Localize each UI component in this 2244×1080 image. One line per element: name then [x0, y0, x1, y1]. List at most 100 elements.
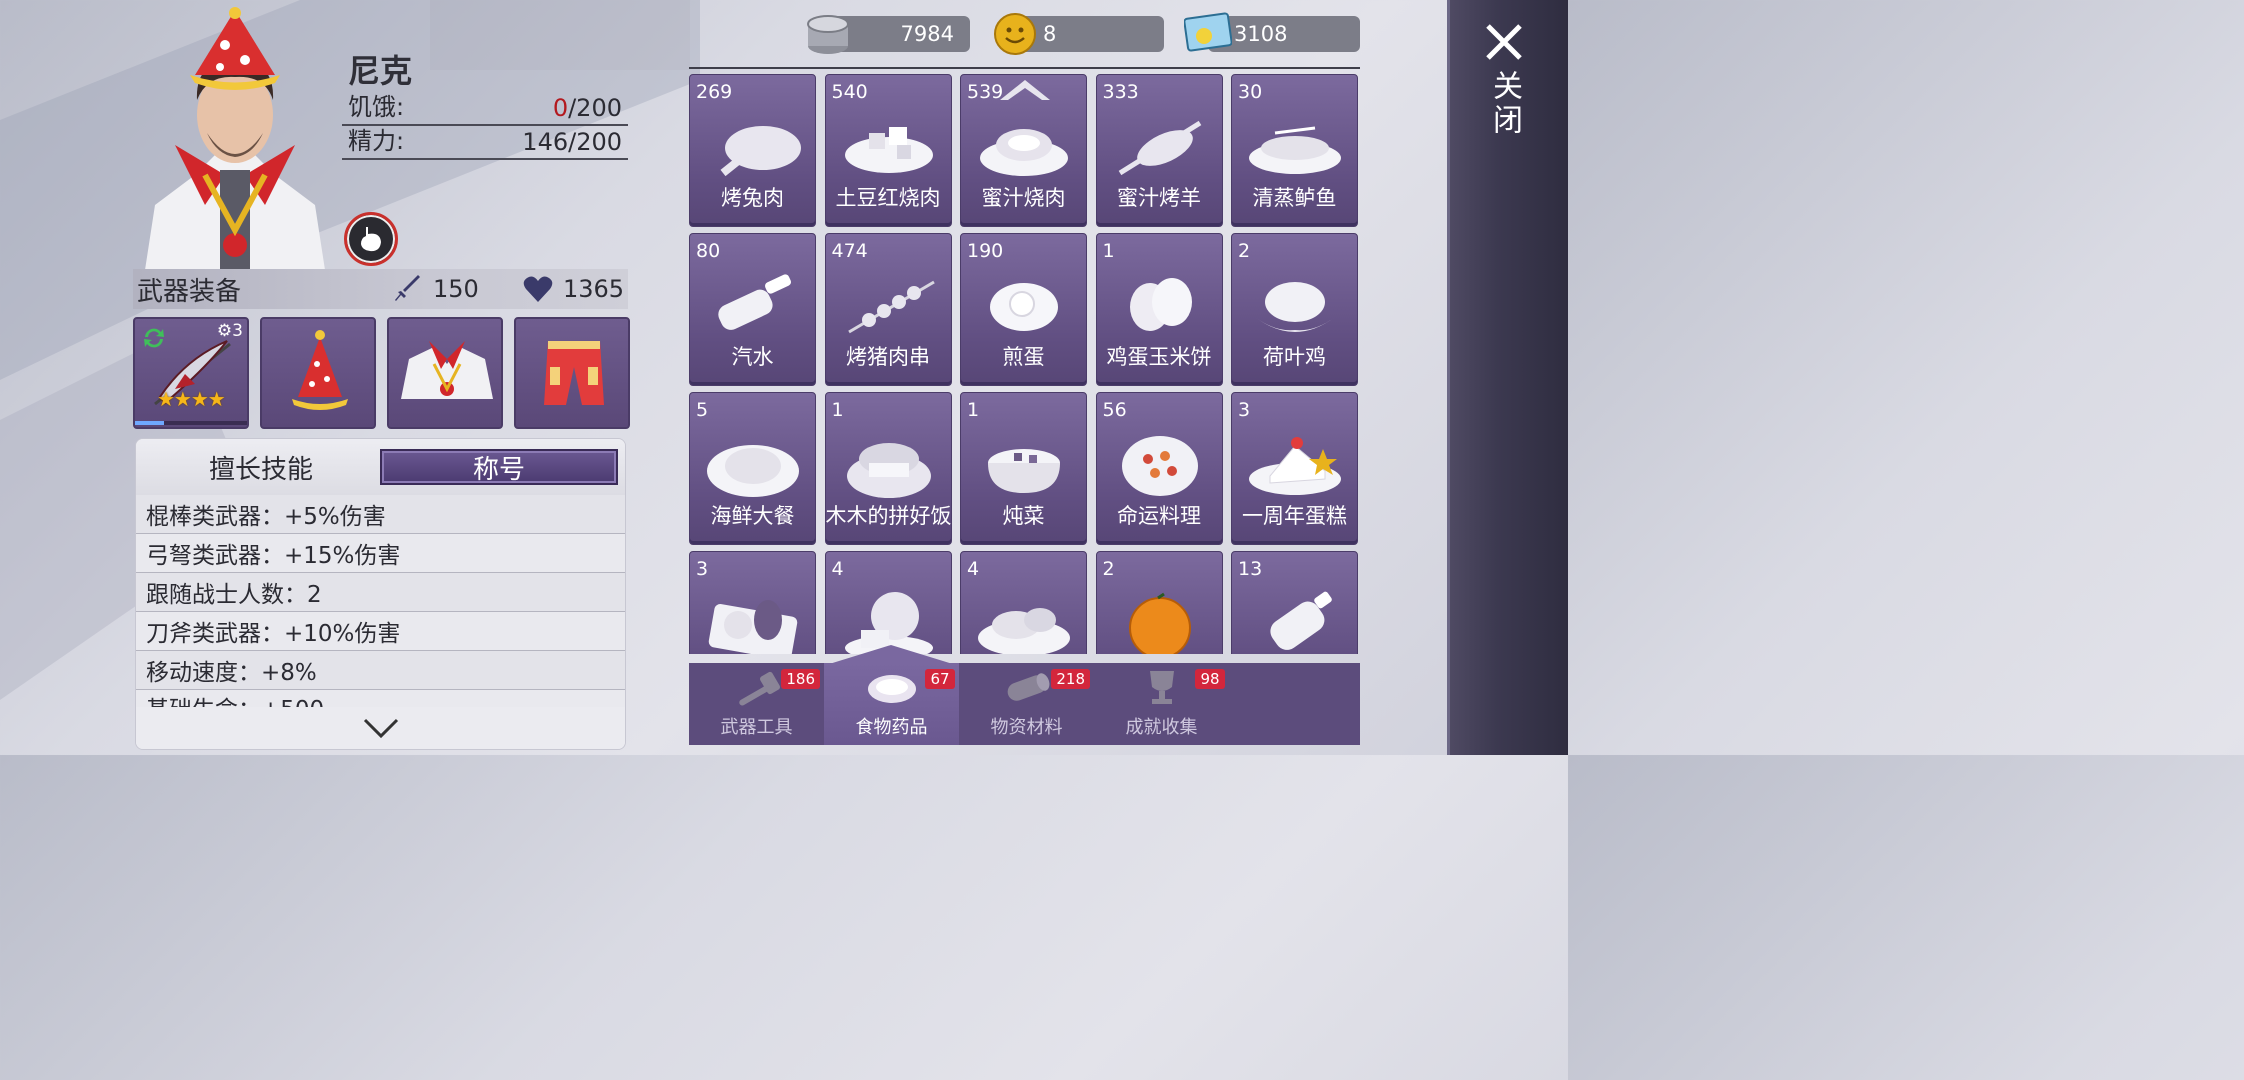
hunger-current: 0: [552, 94, 569, 122]
expand-button[interactable]: [136, 707, 625, 749]
item-name: 烤猪肉串: [846, 345, 930, 369]
item-name: 烤兔肉: [721, 186, 784, 210]
inventory-item[interactable]: 2 荷叶鸡: [1231, 233, 1358, 386]
inventory-item[interactable]: 56 命运料理: [1095, 392, 1223, 545]
item-quantity: 5: [696, 399, 709, 421]
item-quantity: 474: [831, 240, 868, 262]
close-icon: [1486, 24, 1522, 60]
weapon-xp-fill: [135, 421, 165, 425]
meat-icon: [867, 675, 916, 703]
weapon-slot[interactable]: ⚙3 ★★★★: [133, 317, 249, 429]
close-label: 关闭: [1487, 70, 1522, 138]
item-name: 汽水: [731, 345, 774, 369]
tab-label: 成就收集: [1125, 717, 1198, 738]
inventory-item[interactable]: 3 一周年蛋糕: [1231, 392, 1358, 545]
equipment-slots: ⚙3 ★★★★: [133, 317, 630, 429]
item-quantity: 190: [967, 240, 1004, 262]
inventory-item[interactable]: 474 烤猪肉串: [824, 233, 952, 386]
item-name: 清蒸鲈鱼: [1252, 186, 1337, 210]
item-quantity: 1: [831, 399, 844, 421]
attack-stat: 150: [393, 274, 508, 304]
inventory-grid[interactable]: 269 烤兔肉 540 土豆红烧肉 539 蜜汁烧肉 333 蜜汁烤羊 30 清蒸鲈鱼 80 汽水 47…: [689, 74, 1360, 654]
achievements-count-badge: 98: [1195, 669, 1225, 689]
weapons-count-badge: 186: [781, 669, 820, 689]
tab-achievements[interactable]: 98 成就收集: [1094, 663, 1229, 745]
lotus-chicken-icon: [1255, 282, 1335, 332]
item-quantity: 2: [1102, 558, 1115, 580]
scroll-up-icon[interactable]: [996, 74, 1054, 104]
tab-food-medicine[interactable]: 67 食物药品: [824, 663, 959, 745]
tab-skills[interactable]: 擅长技能: [142, 449, 380, 485]
roast-rabbit-icon: [720, 126, 801, 177]
tab-weapons-tools[interactable]: 186 武器工具: [689, 663, 824, 745]
equipment-bar: 武器装备 150 1365: [133, 269, 628, 309]
inventory-item[interactable]: 1 炖菜: [960, 392, 1087, 545]
gold-coin-icon: [994, 13, 1036, 55]
close-button[interactable]: 关闭: [1474, 22, 1534, 162]
inventory-item[interactable]: 30 清蒸鲈鱼: [1231, 74, 1358, 227]
tab-titles[interactable]: 称号: [380, 449, 618, 485]
skill-tabs: 擅长技能 称号: [136, 439, 625, 495]
hat-slot[interactable]: [260, 317, 376, 429]
party-hat-icon: [292, 330, 348, 410]
tab-label: 武器工具: [720, 717, 793, 738]
plate-dish-icon: [708, 600, 798, 654]
hammer-icon: [738, 671, 780, 706]
hunger-value: 0/200: [553, 94, 622, 122]
inventory-item[interactable]: 1 鸡蛋玉米饼: [1095, 233, 1223, 386]
item-name: 荷叶鸡: [1263, 345, 1326, 369]
inventory-item[interactable]: 269 烤兔肉: [689, 74, 816, 227]
character-portrait: [145, 7, 325, 270]
bento-icon: [846, 443, 931, 498]
item-name: 炖菜: [1002, 504, 1045, 528]
mooncake-icon: [844, 592, 933, 654]
inventory-item[interactable]: 190 煎蛋: [960, 233, 1087, 386]
coat-slot[interactable]: [387, 317, 503, 429]
bow-weapon-icon: [154, 340, 231, 406]
heart-icon: [523, 276, 553, 302]
inventory-item[interactable]: 3: [689, 551, 816, 654]
item-name: 海鲜大餐: [710, 504, 795, 528]
trophy-icon: [1149, 671, 1174, 704]
item-quantity: 1: [967, 399, 980, 421]
inventory-item[interactable]: 1 木木的拼好饭: [824, 392, 952, 545]
weapon-stars: ★★★★: [157, 387, 226, 411]
weapon-xp-bar: [135, 421, 247, 425]
gold-currency: 8: [1017, 16, 1164, 52]
equipment-title: 武器装备: [137, 276, 242, 307]
skill-list[interactable]: 棍棒类武器：+5%伤害 弓弩类武器：+15%伤害 跟随战士人数：2 刀斧类武器：…: [136, 495, 625, 710]
chevron-down-icon: [363, 718, 398, 739]
energy-stat: 精力: 146/200: [342, 127, 628, 160]
gold-value: 8: [1043, 22, 1057, 46]
item-quantity: 1: [1102, 240, 1115, 262]
inventory-item[interactable]: 540 土豆红烧肉: [824, 74, 952, 227]
inventory-item[interactable]: 5 海鲜大餐: [689, 392, 816, 545]
inventory-item[interactable]: 4: [960, 551, 1087, 654]
tab-label: 物资材料: [990, 717, 1063, 738]
steamed-fish-icon: [1249, 126, 1341, 174]
pants-slot[interactable]: [514, 317, 630, 429]
inventory-item[interactable]: 80 汽水: [689, 233, 816, 386]
item-quantity: 4: [967, 558, 980, 580]
food-count-badge: 67: [925, 669, 955, 689]
tab-materials[interactable]: 218 物资材料: [959, 663, 1094, 745]
stew-icon: [988, 449, 1060, 493]
character-name: 尼克: [348, 52, 413, 90]
pants-icon: [544, 341, 604, 405]
item-name: 蜜汁烧肉: [981, 186, 1066, 210]
braised-pork-icon: [844, 127, 933, 173]
item-name: 命运料理: [1117, 504, 1201, 528]
ticket-icon: [1184, 12, 1232, 52]
item-name: 土豆红烧肉: [835, 186, 941, 210]
item-name: 一周年蛋糕: [1242, 504, 1347, 528]
sword-icon: [395, 275, 420, 301]
item-quantity: 80: [696, 240, 721, 262]
inventory-item[interactable]: 2: [1095, 551, 1223, 654]
stomach-button[interactable]: [344, 212, 398, 266]
inventory-item[interactable]: 333 蜜汁烤羊: [1095, 74, 1223, 227]
corn-cake-icon: [1129, 278, 1192, 331]
inventory-item[interactable]: 4: [824, 551, 952, 654]
inventory-item[interactable]: 13: [1231, 551, 1358, 654]
item-quantity: 56: [1102, 399, 1127, 421]
item-name: 木木的拼好饭: [825, 504, 952, 528]
